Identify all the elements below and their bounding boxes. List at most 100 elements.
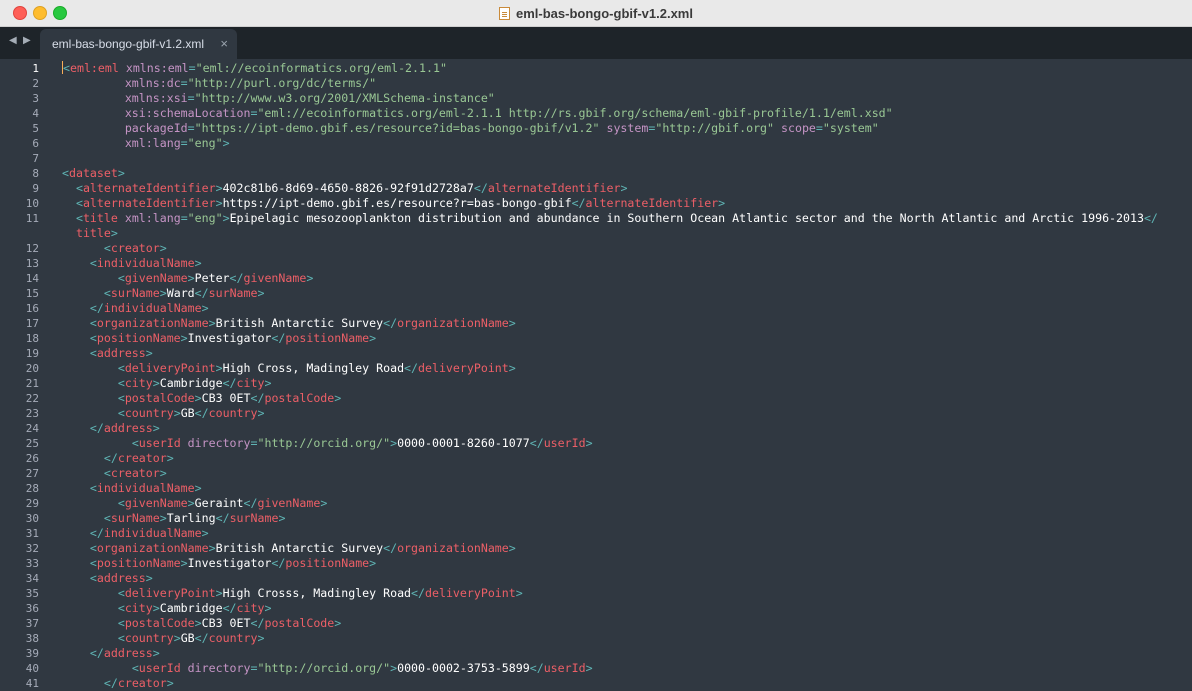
code-line[interactable]: 6 xml:lang="eng">	[0, 136, 1192, 151]
tag-bracket: >	[508, 541, 516, 555]
code-line[interactable]: 21 <city>Cambridge</city>	[0, 376, 1192, 391]
code-line[interactable]: 36 <city>Cambridge</city>	[0, 601, 1192, 616]
code-line[interactable]: 7	[0, 151, 1192, 166]
code-line[interactable]: 39 </address>	[0, 646, 1192, 661]
code-line[interactable]: 37 <postalCode>CB3 0ET</postalCode>	[0, 616, 1192, 631]
code-line[interactable]: 23 <country>GB</country>	[0, 406, 1192, 421]
tab-forward-arrow-icon[interactable]: ▶	[23, 35, 31, 46]
tag-bracket: >	[334, 391, 342, 405]
code-text: </creator>	[62, 451, 174, 466]
code-text: </address>	[62, 646, 160, 661]
tag-name: country	[208, 406, 258, 420]
code-editor[interactable]: 1 <eml:eml xmlns:eml="eml://ecoinformatic…	[0, 59, 1192, 691]
code-text: <dataset>	[62, 166, 125, 181]
code-line[interactable]: 16 </individualName>	[0, 301, 1192, 316]
code-line[interactable]: 22 <postalCode>CB3 0ET</postalCode>	[0, 391, 1192, 406]
tag-name: positionName	[96, 331, 181, 345]
tag-bracket: >	[257, 406, 265, 420]
code-line[interactable]: 14 <givenName>Peter</givenName>	[0, 271, 1192, 286]
code-line[interactable]: 10 <alternateIdentifier>https://ipt-demo…	[0, 196, 1192, 211]
tag-bracket: >	[620, 181, 628, 195]
tag-bracket: >	[257, 631, 265, 645]
code-line[interactable]: 2 xmlns:dc="http://purl.org/dc/terms/"	[0, 76, 1192, 91]
line-number: 40	[25, 662, 39, 675]
code-line[interactable]: 33 <positionName>Investigator</positionN…	[0, 556, 1192, 571]
code-line[interactable]: 17 <organizationName>British Antarctic S…	[0, 316, 1192, 331]
tag-bracket: >	[585, 436, 593, 450]
code-text: <country>GB</country>	[62, 406, 265, 421]
code-line[interactable]: 13 <individualName>	[0, 256, 1192, 271]
tag-bracket: </	[89, 301, 104, 315]
tag-name: userId	[138, 436, 181, 450]
code-line[interactable]: 5 packageId="https://ipt-demo.gbif.es/re…	[0, 121, 1192, 136]
tag-name: creator	[110, 241, 160, 255]
code-line[interactable]: 41 </creator>	[0, 676, 1192, 691]
line-number: 39	[25, 647, 39, 660]
tag-bracket: <	[89, 346, 97, 360]
attribute-name: scope	[781, 121, 816, 135]
tag-bracket: <	[103, 466, 111, 480]
tag-name: eml:eml	[69, 61, 119, 75]
code-line[interactable]: 34 <address>	[0, 571, 1192, 586]
tab-eml-file[interactable]: eml-bas-bongo-gbif-v1.2.xml ×	[40, 29, 237, 59]
code-line[interactable]: 35 <deliveryPoint>High Crosss, Madingley…	[0, 586, 1192, 601]
code-line[interactable]: 8 <dataset>	[0, 166, 1192, 181]
code-line[interactable]: 18 <positionName>Investigator</positionN…	[0, 331, 1192, 346]
code-line[interactable]: 24 </address>	[0, 421, 1192, 436]
line-number: 17	[25, 317, 39, 330]
tag-name: givenName	[124, 271, 188, 285]
code-line[interactable]: 26 </creator>	[0, 451, 1192, 466]
tab-back-arrow-icon[interactable]: ◀	[9, 35, 17, 46]
tag-bracket: >	[159, 241, 167, 255]
line-number: 13	[25, 257, 39, 270]
tag-name: surName	[110, 511, 160, 525]
tag-bracket: </	[271, 331, 286, 345]
element-text: CB3 0ET	[201, 391, 251, 405]
tag-name: userId	[543, 436, 586, 450]
tag-bracket: <	[131, 661, 139, 675]
code-line[interactable]: 4 xsi:schemaLocation="eml://ecoinformati…	[0, 106, 1192, 121]
code-line[interactable]: 29 <givenName>Geraint</givenName>	[0, 496, 1192, 511]
code-line[interactable]: title>	[0, 226, 1192, 241]
tag-bracket: =	[180, 211, 188, 225]
code-line[interactable]: 9 <alternateIdentifier>402c81b6-8d69-465…	[0, 181, 1192, 196]
code-line[interactable]: 12 <creator>	[0, 241, 1192, 256]
code-line[interactable]: 1 <eml:eml xmlns:eml="eml://ecoinformatic…	[0, 61, 1192, 76]
code-line[interactable]: 3 xmlns:xsi="http://www.w3.org/2001/XMLS…	[0, 91, 1192, 106]
code-line[interactable]: 25 <userId directory="http://orcid.org/"…	[0, 436, 1192, 451]
tag-bracket: <	[117, 376, 125, 390]
code-text: <surName>Tarling</surName>	[62, 511, 286, 526]
code-line[interactable]: 27 <creator>	[0, 466, 1192, 481]
attribute-value: "http://www.w3.org/2001/XMLSchema-instan…	[194, 91, 495, 105]
tab-bar: ◀ ▶ eml-bas-bongo-gbif-v1.2.xml ×	[0, 27, 1192, 59]
tag-bracket: >	[173, 631, 181, 645]
line-number: 25	[25, 437, 39, 450]
tag-bracket: <	[131, 436, 139, 450]
code-line[interactable]: 32 <organizationName>British Antarctic S…	[0, 541, 1192, 556]
tag-name: alternateIdentifier	[82, 181, 216, 195]
code-line[interactable]: 30 <surName>Tarling</surName>	[0, 511, 1192, 526]
code-line[interactable]: 11 <title xml:lang="eng">Epipelagic meso…	[0, 211, 1192, 226]
code-line[interactable]: 20 <deliveryPoint>High Cross, Madingley …	[0, 361, 1192, 376]
code-line[interactable]: 38 <country>GB</country>	[0, 631, 1192, 646]
code-line[interactable]: 40 <userId directory="http://orcid.org/"…	[0, 661, 1192, 676]
element-text: 402c81b6-8d69-4650-8826-92f91d2728a7	[222, 181, 474, 195]
element-text: GB	[180, 631, 195, 645]
code-line[interactable]: 28 <individualName>	[0, 481, 1192, 496]
tag-bracket: <	[75, 211, 83, 225]
tag-name: individualName	[96, 481, 195, 495]
code-line[interactable]: 31 </individualName>	[0, 526, 1192, 541]
tag-bracket: <	[89, 571, 97, 585]
tag-bracket: </	[383, 541, 398, 555]
tab-close-icon[interactable]: ×	[220, 36, 228, 51]
tag-bracket: <	[103, 241, 111, 255]
code-line[interactable]: 19 <address>	[0, 346, 1192, 361]
tag-name: creator	[117, 676, 167, 690]
code-line[interactable]: 15 <surName>Ward</surName>	[0, 286, 1192, 301]
tag-bracket: </	[229, 271, 244, 285]
